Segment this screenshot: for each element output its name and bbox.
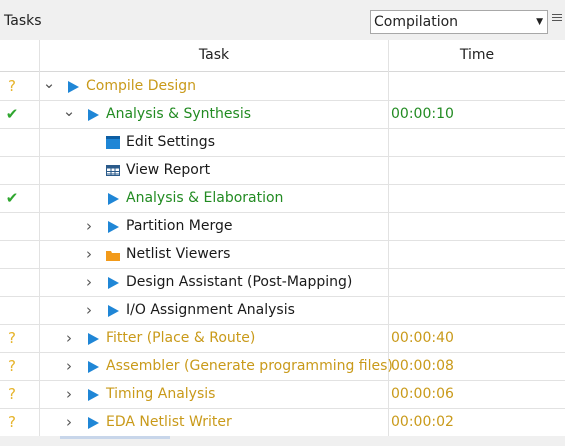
task-time: 00:00:08 [391,358,454,374]
task-label: Analysis & Synthesis [106,106,251,122]
task-cell[interactable]: › Assembler (Generate programming files) [40,353,393,380]
panel-menu-icon[interactable] [552,14,562,26]
status-cell [0,157,24,184]
task-label: View Report [126,162,211,178]
play-icon[interactable] [86,416,100,430]
chevron-right-icon[interactable]: › [82,213,96,240]
chevron-down-icon[interactable]: ⌄ [42,73,56,100]
status-cell [0,213,24,240]
task-row[interactable]: ? › Timing Analysis 00:00:06 [0,381,565,409]
task-label: Timing Analysis [106,386,216,402]
task-row[interactable]: ? › Assembler (Generate programming files)… [0,353,565,381]
task-label: Edit Settings [126,134,215,150]
flow-select-value: Compilation [374,14,459,30]
chevron-right-icon[interactable]: › [82,269,96,296]
task-label: Assembler (Generate programming files) [106,358,393,374]
task-row[interactable]: ? › EDA Netlist Writer 00:00:02 [0,409,565,437]
task-label: Design Assistant (Post-Mapping) [126,274,353,290]
task-cell[interactable]: › Fitter (Place & Route) [40,325,387,352]
task-label: I/O Assignment Analysis [126,302,295,318]
tasks-panel-header: Tasks Compilation ▼ [0,0,565,40]
dropdown-arrow-icon[interactable]: ▼ [536,11,543,33]
chevron-right-icon[interactable]: › [62,409,76,436]
status-cell [0,297,24,324]
play-icon[interactable] [66,80,80,94]
checkmark-icon: ✔ [5,189,19,207]
task-row[interactable]: View Report [0,157,565,185]
question-icon: ? [8,413,16,431]
task-cell[interactable]: ⌄ Analysis & Synthesis [40,101,387,128]
task-cell[interactable]: › EDA Netlist Writer [40,409,387,436]
scrollbar-thumb[interactable] [60,436,170,439]
question-icon: ? [8,357,16,375]
task-row[interactable]: ? ⌄ Compile Design [0,73,565,101]
task-time: 00:00:10 [391,106,454,122]
chevron-down-icon[interactable]: ⌄ [62,101,76,128]
report-table-icon[interactable] [106,164,120,178]
question-icon: ? [8,385,16,403]
task-label: Partition Merge [126,218,233,234]
play-icon[interactable] [86,108,100,122]
status-cell [0,241,24,268]
task-row[interactable]: › I/O Assignment Analysis [0,297,565,325]
play-icon[interactable] [86,360,100,374]
chevron-right-icon[interactable]: › [62,381,76,408]
chevron-right-icon[interactable]: › [62,325,76,352]
play-icon[interactable] [106,276,120,290]
task-cell[interactable]: Analysis & Elaboration [40,185,387,212]
play-icon[interactable] [106,192,120,206]
task-row[interactable]: ✔ Analysis & Elaboration [0,185,565,213]
task-label: Analysis & Elaboration [126,190,284,206]
task-label: Netlist Viewers [126,246,231,262]
task-row[interactable]: › Partition Merge [0,213,565,241]
task-cell[interactable]: › Partition Merge [40,213,387,240]
task-label: Compile Design [86,78,197,94]
task-time: 00:00:06 [391,386,454,402]
chevron-right-icon[interactable]: › [62,353,76,380]
task-row[interactable]: ? › Fitter (Place & Route) 00:00:40 [0,325,565,353]
task-row[interactable]: › Design Assistant (Post-Mapping) [0,269,565,297]
play-icon[interactable] [106,304,120,318]
task-time: 00:00:02 [391,414,454,430]
flow-select[interactable]: Compilation ▼ [370,10,548,34]
checkmark-icon: ✔ [5,105,19,123]
task-tree: ? ⌄ Compile Design ✔ ⌄ Analysis & Synthesis 00… [0,73,565,437]
task-time: 00:00:40 [391,330,454,346]
task-cell[interactable]: Edit Settings [40,129,387,156]
status-cell [0,129,24,156]
chevron-right-icon[interactable]: › [82,241,96,268]
play-icon[interactable] [106,220,120,234]
status-cell [0,269,24,296]
task-cell[interactable]: › Timing Analysis [40,381,387,408]
task-row[interactable]: ✔ ⌄ Analysis & Synthesis 00:00:10 [0,101,565,129]
settings-window-icon[interactable] [106,136,120,150]
task-cell[interactable]: ⌄ Compile Design [40,73,387,100]
play-icon[interactable] [86,388,100,402]
task-cell[interactable]: › Design Assistant (Post-Mapping) [40,269,387,296]
task-row[interactable]: › Netlist Viewers [0,241,565,269]
question-icon: ? [8,77,16,95]
question-icon: ? [8,329,16,347]
task-cell[interactable]: › Netlist Viewers [40,241,387,268]
column-header-task[interactable]: Task [40,40,388,71]
task-cell[interactable]: View Report [40,157,387,184]
task-label: EDA Netlist Writer [106,414,232,430]
task-cell[interactable]: › I/O Assignment Analysis [40,297,387,324]
task-row[interactable]: Edit Settings [0,129,565,157]
column-header-row: Task Time [0,40,565,72]
folder-icon[interactable] [106,248,120,262]
panel-title: Tasks [4,13,42,29]
play-icon[interactable] [86,332,100,346]
chevron-right-icon[interactable]: › [82,297,96,324]
column-header-time[interactable]: Time [389,40,565,71]
task-label: Fitter (Place & Route) [106,330,256,346]
